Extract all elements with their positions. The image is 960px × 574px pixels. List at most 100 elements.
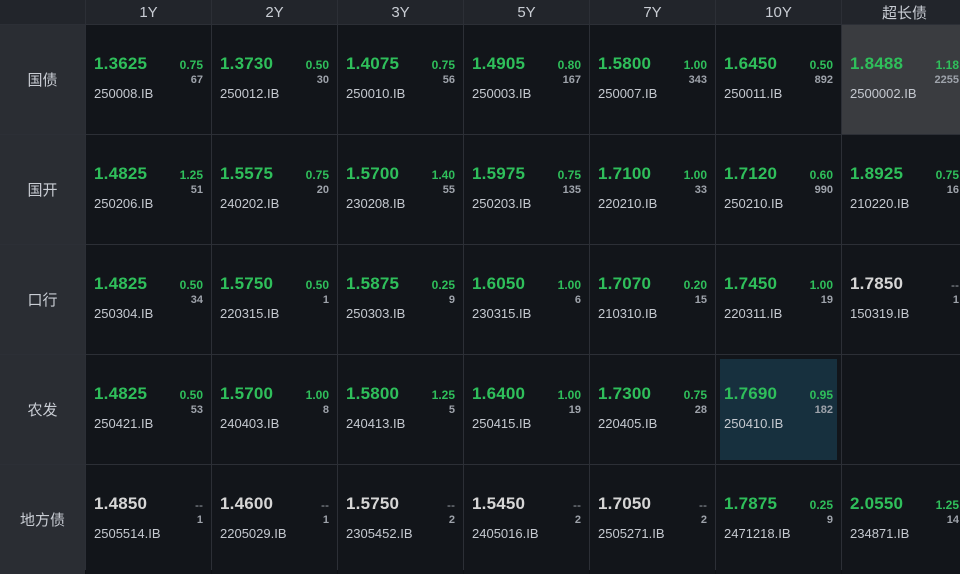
yield-value: 1.6050 [472, 274, 526, 293]
change-value: -- [447, 498, 455, 512]
bond-code: 2505271.IB [598, 526, 665, 541]
yield-value: 1.5575 [220, 164, 274, 183]
quote-cell[interactable]: 1.6450 0.50 892 250011.IB [716, 25, 841, 134]
quote-cell[interactable]: 1.5575 0.75 20 240202.IB [212, 135, 337, 244]
quote-cell[interactable]: 1.7450 1.00 19 220311.IB [716, 245, 841, 354]
volume-value: 55 [442, 184, 455, 196]
quote-cell[interactable]: 1.3730 0.50 30 250012.IB [212, 25, 337, 134]
change-value: -- [951, 278, 959, 292]
volume-value: 135 [562, 184, 581, 196]
bond-code: 250415.IB [472, 416, 532, 431]
quote-cell-empty [842, 355, 960, 464]
bond-code: 240403.IB [220, 416, 280, 431]
quote-cell[interactable]: 2.0550 1.25 14 234871.IB [842, 465, 960, 574]
quote-cell[interactable]: 1.5700 1.40 55 230208.IB [338, 135, 463, 244]
yield-value: 1.8488 [850, 54, 904, 73]
change-value: 0.75 [935, 168, 959, 182]
column-header-7Y: 7Y [590, 0, 715, 24]
change-value: 0.75 [557, 168, 581, 182]
change-value: 0.50 [809, 58, 833, 72]
yield-value: 1.5700 [220, 384, 274, 403]
change-value: 1.00 [557, 388, 581, 402]
bond-code: 240202.IB [220, 196, 280, 211]
quote-cell[interactable]: 1.5800 1.25 5 240413.IB [338, 355, 463, 464]
volume-value: 2 [448, 514, 455, 526]
quote-cell[interactable]: 1.7850 -- 1 150319.IB [842, 245, 960, 354]
bond-code: 234871.IB [850, 526, 910, 541]
column-header-5Y: 5Y [464, 0, 589, 24]
bond-code: 210310.IB [598, 306, 658, 321]
quote-cell[interactable]: 1.4825 0.50 53 250421.IB [86, 355, 211, 464]
quote-cell[interactable]: 1.4075 0.75 56 250010.IB [338, 25, 463, 134]
yield-value: 1.8925 [850, 164, 904, 183]
bond-quote-grid: 1Y 2Y 3Y 5Y 7Y 10Y 超长债 国债 1.3625 0.75 67 250008.IB 1… [0, 0, 960, 574]
quote-cell[interactable]: 1.5875 0.25 9 250303.IB [338, 245, 463, 354]
yield-value: 1.5700 [346, 164, 400, 183]
quote-cell[interactable]: 1.7070 0.20 15 210310.IB [590, 245, 715, 354]
yield-value: 1.4825 [94, 274, 148, 293]
quote-cell[interactable]: 1.5700 1.00 8 240403.IB [212, 355, 337, 464]
change-value: 0.80 [557, 58, 581, 72]
change-value: 0.75 [305, 168, 329, 182]
volume-value: 1 [196, 514, 203, 526]
quote-cell[interactable]: 1.8925 0.75 16 210220.IB [842, 135, 960, 244]
quote-cell[interactable]: 1.4600 -- 1 2205029.IB [212, 465, 337, 574]
volume-value: 15 [694, 294, 707, 306]
yield-value: 1.4850 [94, 494, 148, 513]
bond-code: 2505514.IB [94, 526, 161, 541]
quote-cell[interactable]: 1.6050 1.00 6 230315.IB [464, 245, 589, 354]
volume-value: 5 [448, 404, 455, 416]
volume-value: 34 [190, 294, 203, 306]
volume-value: 53 [190, 404, 203, 416]
quote-cell[interactable]: 1.8488 1.18 2255 2500002.IB [842, 25, 960, 134]
volume-value: 8 [322, 404, 329, 416]
quote-cell[interactable]: 1.7100 1.00 33 220210.IB [590, 135, 715, 244]
quote-cell[interactable]: 1.7050 -- 2 2505271.IB [590, 465, 715, 574]
volume-value: 19 [820, 294, 833, 306]
volume-value: 9 [448, 294, 455, 306]
volume-value: 6 [574, 294, 581, 306]
bond-code: 2405016.IB [472, 526, 539, 541]
volume-value: 2 [700, 514, 707, 526]
bond-code: 250210.IB [724, 196, 784, 211]
bond-code: 250421.IB [94, 416, 154, 431]
change-value: 1.00 [683, 58, 707, 72]
change-value: 1.00 [557, 278, 581, 292]
column-header-10Y: 10Y [716, 0, 841, 24]
change-value: 0.50 [179, 278, 203, 292]
change-value: -- [699, 498, 707, 512]
row-header: 国开 [0, 135, 85, 244]
yield-value: 1.3625 [94, 54, 148, 73]
quote-cell[interactable]: 1.4905 0.80 167 250003.IB [464, 25, 589, 134]
yield-value: 1.6400 [472, 384, 526, 403]
quote-cell[interactable]: 1.5975 0.75 135 250203.IB [464, 135, 589, 244]
change-value: 0.95 [809, 388, 833, 402]
quote-cell[interactable]: 1.4825 0.50 34 250304.IB [86, 245, 211, 354]
quote-cell[interactable]: 1.7690 0.95 182 250410.IB [716, 355, 841, 464]
volume-value: 51 [190, 184, 203, 196]
quote-cell[interactable]: 1.7300 0.75 28 220405.IB [590, 355, 715, 464]
volume-value: 19 [568, 404, 581, 416]
quote-cell[interactable]: 1.4825 1.25 51 250206.IB [86, 135, 211, 244]
quote-cell[interactable]: 1.5450 -- 2 2405016.IB [464, 465, 589, 574]
quote-cell[interactable]: 1.4850 -- 1 2505514.IB [86, 465, 211, 574]
quote-cell[interactable]: 1.7120 0.60 990 250210.IB [716, 135, 841, 244]
quote-cell[interactable]: 1.5750 0.50 1 220315.IB [212, 245, 337, 354]
change-value: 0.25 [809, 498, 833, 512]
change-value: 0.50 [305, 278, 329, 292]
bond-code: 210220.IB [850, 196, 910, 211]
bond-code: 250206.IB [94, 196, 154, 211]
change-value: 0.75 [179, 58, 203, 72]
yield-value: 1.4905 [472, 54, 526, 73]
bond-code: 250303.IB [346, 306, 406, 321]
quote-cell[interactable]: 1.3625 0.75 67 250008.IB [86, 25, 211, 134]
volume-value: 1 [322, 514, 329, 526]
quote-cell[interactable]: 1.5750 -- 2 2305452.IB [338, 465, 463, 574]
quote-cell[interactable]: 1.5800 1.00 343 250007.IB [590, 25, 715, 134]
quote-cell[interactable]: 1.7875 0.25 9 2471218.IB [716, 465, 841, 574]
yield-value: 2.0550 [850, 494, 904, 513]
bond-code: 250008.IB [94, 86, 154, 101]
change-value: -- [321, 498, 329, 512]
yield-value: 1.7070 [598, 274, 652, 293]
quote-cell[interactable]: 1.6400 1.00 19 250415.IB [464, 355, 589, 464]
